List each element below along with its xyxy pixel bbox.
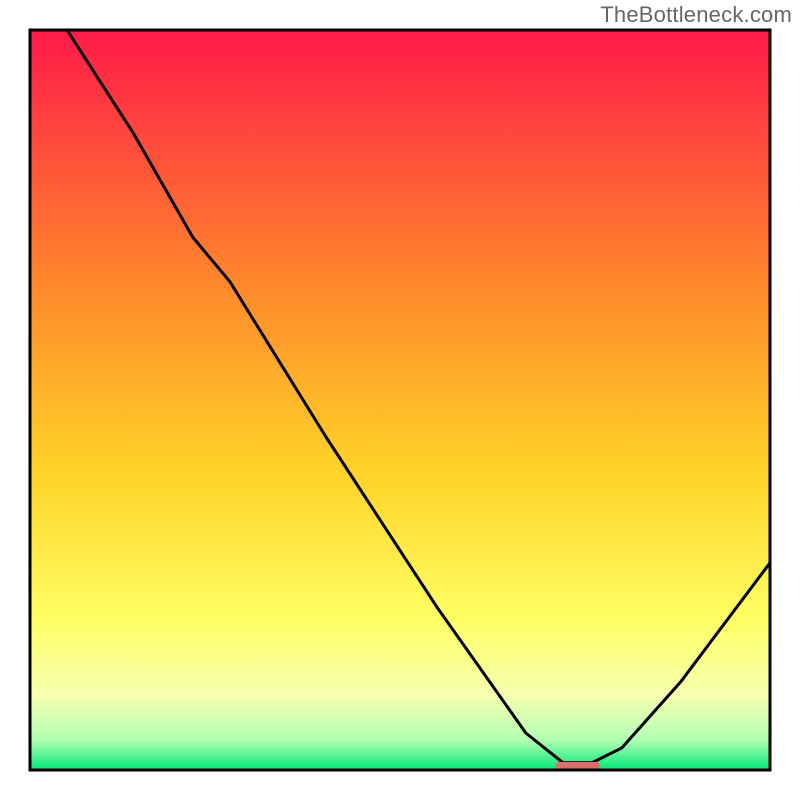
- plot-background: [30, 30, 770, 770]
- chart-svg: [0, 0, 800, 800]
- chart-canvas: TheBottleneck.com: [0, 0, 800, 800]
